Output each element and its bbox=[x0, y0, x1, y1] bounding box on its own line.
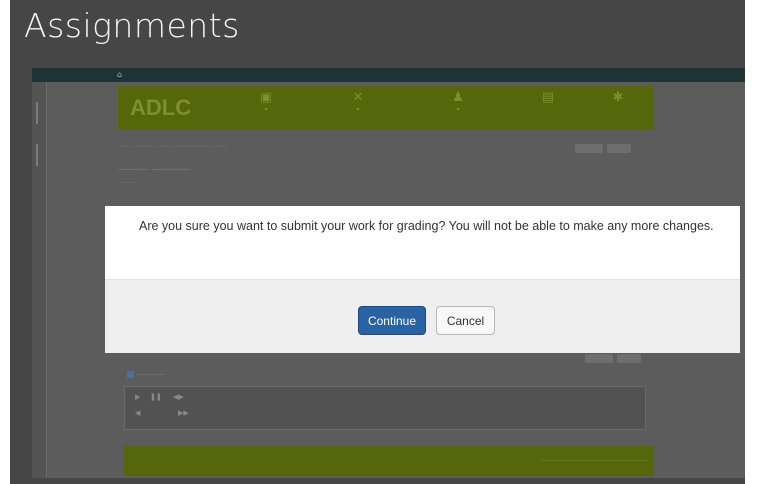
pause-icon[interactable]: ❚❚ bbox=[150, 393, 162, 401]
audio-player[interactable]: ▶ ❚❚ ◀▶ ◀ ▶▶ bbox=[124, 386, 646, 430]
rewind-icon[interactable]: ◀ bbox=[135, 409, 140, 417]
nav-caret-icon: ▾ bbox=[264, 106, 268, 113]
text-to-speech-header: ———— bbox=[127, 370, 165, 378]
play-icon[interactable]: ▶ bbox=[135, 393, 140, 401]
page-action-button[interactable] bbox=[575, 144, 603, 153]
slide-title: Assignments bbox=[24, 6, 240, 45]
grades-icon: ▤ bbox=[541, 90, 555, 105]
confirm-submit-dialog: Are you sure you want to submit your wor… bbox=[105, 206, 740, 353]
site-footer: ———————————————————————— bbox=[124, 446, 654, 476]
volume-icon[interactable]: ▶▶ bbox=[178, 409, 189, 417]
people-icon: ♟ bbox=[452, 90, 464, 105]
breadcrumb: —— · ———— · —— · ——————— · ——— bbox=[118, 144, 228, 150]
site-logo[interactable]: ADLC bbox=[130, 95, 191, 121]
nav-item-courses[interactable]: ▣ ▾ bbox=[236, 90, 296, 113]
page-action-button[interactable] bbox=[617, 354, 641, 363]
left-sidebar bbox=[32, 82, 47, 478]
continue-button[interactable]: Continue bbox=[358, 306, 426, 335]
cancel-button[interactable]: Cancel bbox=[436, 306, 495, 335]
top-bar: ⌂ bbox=[32, 68, 745, 82]
tools-icon: ✕ bbox=[352, 90, 364, 105]
dialog-message: Are you sure you want to submit your wor… bbox=[139, 219, 714, 233]
list-icon bbox=[127, 370, 134, 378]
presentation-slide: Assignments ⌂ ADLC ▣ ▾ ✕ ▾ ♟ ▾ ▤ ✱ —— · ———… bbox=[10, 0, 745, 484]
sidebar-marker bbox=[36, 102, 38, 124]
dialog-body: Are you sure you want to submit your wor… bbox=[105, 206, 740, 279]
nav-item-grades[interactable]: ▤ bbox=[518, 90, 578, 106]
nav-caret-icon: ▾ bbox=[456, 106, 460, 113]
dialog-footer: Continue Cancel bbox=[105, 279, 740, 353]
page-subtitle: ———— bbox=[118, 180, 138, 186]
home-icon[interactable]: ⌂ bbox=[117, 70, 122, 79]
book-icon: ▣ bbox=[259, 90, 273, 105]
nav-caret-icon: ▾ bbox=[356, 106, 360, 113]
help-icon: ✱ bbox=[612, 90, 624, 105]
page-action-button[interactable] bbox=[585, 354, 613, 363]
nav-item-my-teacher[interactable]: ✱ bbox=[588, 90, 648, 106]
page-title: ——— ———— bbox=[118, 164, 192, 175]
footer-text: ———————————————————————— bbox=[540, 459, 648, 464]
fast-forward-icon[interactable]: ◀▶ bbox=[173, 393, 184, 401]
sidebar-marker bbox=[36, 144, 38, 166]
site-banner: ADLC ▣ ▾ ✕ ▾ ♟ ▾ ▤ ✱ bbox=[118, 86, 654, 130]
nav-item-resources[interactable]: ✕ ▾ bbox=[328, 90, 388, 113]
nav-item-communication[interactable]: ♟ ▾ bbox=[428, 90, 488, 113]
page-action-button[interactable] bbox=[607, 144, 631, 153]
